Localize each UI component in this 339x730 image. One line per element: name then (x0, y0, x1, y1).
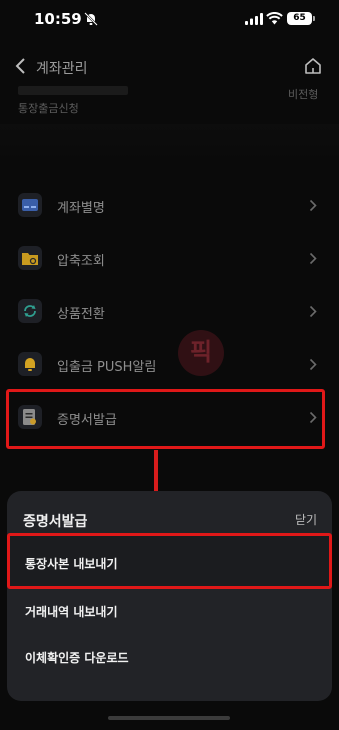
folder-search-icon (18, 246, 42, 270)
account-subtitle: 통장출금신청 (18, 102, 79, 115)
certificate-bottom-sheet: 증명서발급 닫기 통장사본 내보내기 거래내역 내보내기 이체확인증 다운로드 (7, 491, 332, 701)
account-right-text: 비전형 (288, 88, 319, 101)
page-header: 계좌관리 (0, 44, 339, 88)
annotation-highlight-certificate (6, 389, 325, 449)
home-icon[interactable] (303, 56, 323, 76)
option-passbook-copy-export[interactable]: 통장사본 내보내기 (7, 541, 332, 587)
option-label: 통장사본 내보내기 (25, 557, 118, 571)
battery-tip (313, 16, 315, 21)
refresh-icon (18, 299, 42, 323)
home-indicator (108, 716, 230, 720)
chevron-right-icon (309, 252, 317, 265)
wifi-icon (266, 12, 283, 25)
menu-item-label: 입출금 PUSH알림 (57, 360, 157, 375)
back-icon[interactable] (14, 56, 28, 76)
option-label: 거래내역 내보내기 (25, 605, 118, 619)
signal-icon (245, 13, 263, 25)
divider-fade (0, 124, 339, 164)
option-transfer-confirmation-download[interactable]: 이체확인증 다운로드 (7, 635, 332, 681)
sheet-title: 증명서발급 (23, 514, 88, 530)
option-label: 이체확인증 다운로드 (25, 651, 129, 665)
battery-icon: 65 (287, 12, 312, 25)
bell-off-icon (84, 12, 98, 26)
menu-item-compressed-inquiry[interactable]: 압축조회 (0, 233, 339, 285)
card-icon (18, 193, 42, 217)
account-number-masked (18, 86, 128, 95)
chevron-right-icon (309, 358, 317, 371)
menu-item-label: 압축조회 (57, 254, 105, 269)
bell-icon (18, 352, 42, 376)
menu-item-label: 상품전환 (57, 307, 105, 322)
sheet-close-button[interactable]: 닫기 (295, 511, 317, 528)
menu-item-label: 계좌별명 (57, 201, 105, 216)
chevron-right-icon (309, 305, 317, 318)
status-bar: 10:59 65 (0, 0, 339, 44)
option-transaction-history-export[interactable]: 거래내역 내보내기 (7, 589, 332, 635)
watermark-logo: 픽 (178, 330, 224, 376)
menu-item-product-conversion[interactable]: 상품전환 (0, 286, 339, 338)
status-time: 10:59 (34, 10, 82, 28)
chevron-right-icon (309, 199, 317, 212)
account-summary: 통장출금신청 비전형 (0, 84, 339, 124)
page-title: 계좌관리 (36, 61, 88, 77)
menu-item-push-notification[interactable]: 입출금 PUSH알림 (0, 339, 339, 391)
menu-item-account-alias[interactable]: 계좌별명 (0, 180, 339, 232)
